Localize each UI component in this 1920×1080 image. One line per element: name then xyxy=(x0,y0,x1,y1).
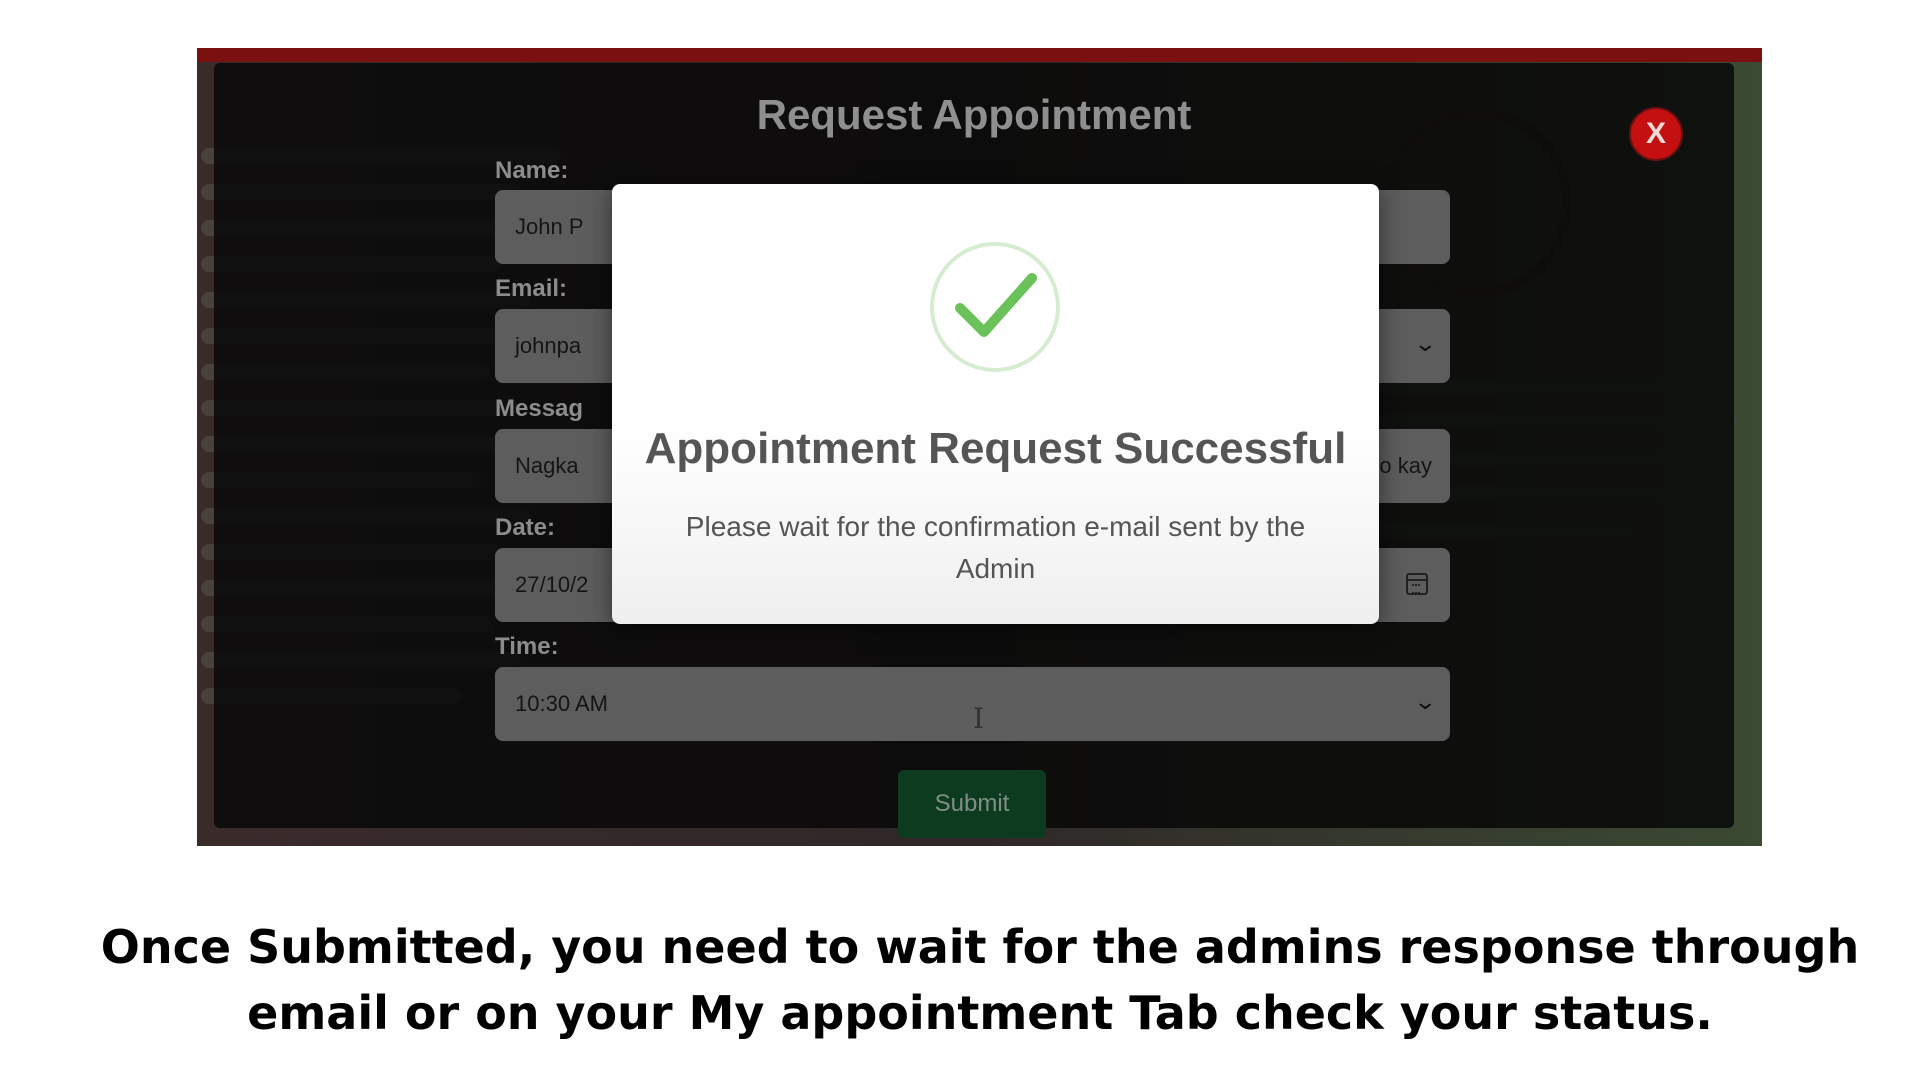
caption-text: Once Submitted, you need to wait for the… xyxy=(100,920,1860,1040)
name-value: John P xyxy=(515,214,584,239)
success-message: Please wait for the confirmation e-mail … xyxy=(685,511,1306,584)
chevron-down-icon: ⌄ xyxy=(1412,331,1437,356)
success-title: Appointment Request Successful xyxy=(644,424,1347,473)
check-circle-icon xyxy=(930,242,1060,372)
modal-title: Request Appointment xyxy=(756,91,1192,138)
calendar-icon[interactable] xyxy=(1406,573,1428,595)
email-label: Email: xyxy=(495,275,568,302)
request-appointment-modal: Request Appointment X Name: John P Email… xyxy=(214,63,1734,838)
screenshot-frame: Request Appointment X Name: John P Email… xyxy=(197,48,1762,846)
chevron-down-icon: ⌄ xyxy=(1412,689,1437,714)
message-value: Nagka xyxy=(515,453,579,478)
name-label: Name: xyxy=(495,157,569,184)
close-button[interactable]: X xyxy=(1629,107,1683,161)
time-value: 10:30 AM xyxy=(515,691,608,716)
time-label: Time: xyxy=(495,633,559,660)
date-value: 27/10/2 xyxy=(515,572,589,597)
message-label: Messag xyxy=(495,395,584,422)
email-value: johnpa xyxy=(515,333,582,358)
text-cursor-icon: I xyxy=(973,702,985,735)
submit-button[interactable]: Submit xyxy=(898,770,1046,838)
background-header xyxy=(197,48,1762,62)
date-label: Date: xyxy=(495,514,556,541)
success-popup: Appointment Request Successful Please wa… xyxy=(612,184,1379,735)
